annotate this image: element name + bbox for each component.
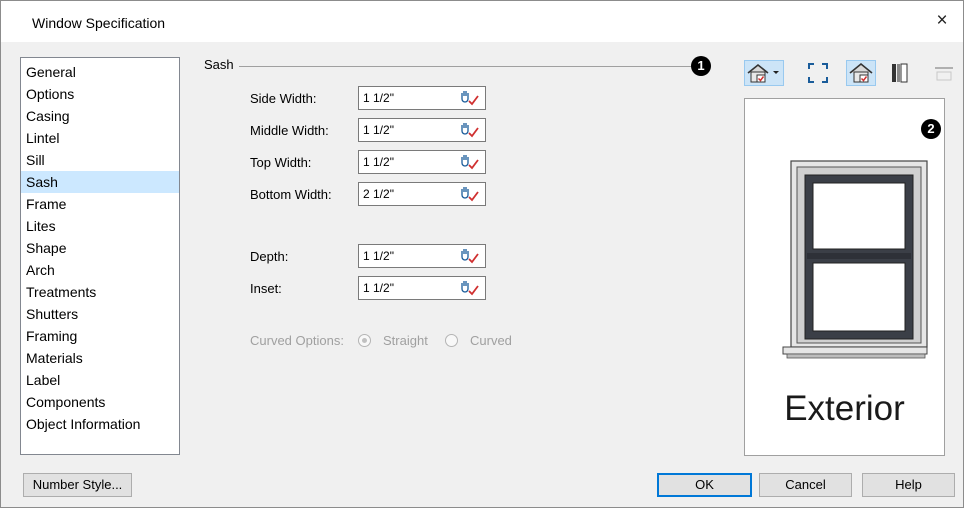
category-list[interactable]: General Options Casing Lintel Sill Sash … [20,57,180,455]
nav-item-general[interactable]: General [21,61,179,83]
disabled-toggle-button [931,60,957,86]
show-preview-icon [849,62,873,83]
callout-1: 1 [691,56,711,76]
dimension-edit-icon[interactable] [459,90,481,107]
nav-item-sash[interactable]: Sash [21,171,179,193]
inset-input[interactable] [359,277,459,299]
preview-view-label: Exterior [784,389,905,428]
curved-radio[interactable] [445,334,458,347]
depth-field[interactable] [358,244,486,268]
nav-item-arch[interactable]: Arch [21,259,179,281]
top-width-field[interactable] [358,150,486,174]
straight-radio-label[interactable]: Straight [383,333,428,348]
fit-to-window-icon [808,63,828,83]
nav-item-lintel[interactable]: Lintel [21,127,179,149]
fit-view-button[interactable] [805,60,831,86]
nav-item-frame[interactable]: Frame [21,193,179,215]
house-view-dropdown-icon [747,63,779,83]
nav-item-materials[interactable]: Materials [21,347,179,369]
nav-item-sill[interactable]: Sill [21,149,179,171]
curved-options-label: Curved Options: [250,333,344,348]
nav-item-object-information[interactable]: Object Information [21,413,179,435]
dialog-window: Window Specification × General Options C… [0,0,964,508]
title-bar: Window Specification × [1,1,963,42]
depth-label: Depth: [250,249,289,264]
dimension-edit-icon[interactable] [459,154,481,171]
dimension-edit-icon[interactable] [459,248,481,265]
top-width-label: Top Width: [250,155,312,170]
nav-item-shape[interactable]: Shape [21,237,179,259]
window-preview-image [782,160,928,359]
ok-button[interactable]: OK [657,473,752,497]
dimension-edit-icon[interactable] [459,280,481,297]
nav-item-options[interactable]: Options [21,83,179,105]
inset-field[interactable] [358,276,486,300]
middle-width-field[interactable] [358,118,486,142]
dialog-title: Window Specification [32,15,166,31]
nav-item-treatments[interactable]: Treatments [21,281,179,303]
bottom-width-label: Bottom Width: [250,187,332,202]
side-width-input[interactable] [359,87,459,109]
straight-radio[interactable] [358,334,371,347]
group-divider [239,66,693,67]
curved-radio-label[interactable]: Curved [470,333,512,348]
number-style-button[interactable]: Number Style... [23,473,132,497]
middle-width-label: Middle Width: [250,123,329,138]
show-preview-button[interactable] [846,60,876,86]
view-dropdown-button[interactable] [744,60,784,86]
inset-label: Inset: [250,281,282,296]
frame-view-icon [892,63,908,83]
bottom-width-input[interactable] [359,183,459,205]
nav-item-casing[interactable]: Casing [21,105,179,127]
cancel-button[interactable]: Cancel [759,473,852,497]
depth-input[interactable] [359,245,459,267]
nav-item-components[interactable]: Components [21,391,179,413]
close-icon[interactable]: × [931,10,953,32]
disabled-toggle-icon [935,67,953,81]
top-width-input[interactable] [359,151,459,173]
nav-item-shutters[interactable]: Shutters [21,303,179,325]
dimension-edit-icon[interactable] [459,122,481,139]
sash-group-label: Sash [204,57,234,72]
nav-item-framing[interactable]: Framing [21,325,179,347]
middle-width-input[interactable] [359,119,459,141]
nav-item-label[interactable]: Label [21,369,179,391]
help-button[interactable]: Help [862,473,955,497]
dimension-edit-icon[interactable] [459,186,481,203]
side-width-label: Side Width: [250,91,317,106]
window-preview-pane: 2 Exterior [744,98,945,456]
nav-item-lites[interactable]: Lites [21,215,179,237]
frame-view-button[interactable] [887,60,913,86]
bottom-width-field[interactable] [358,182,486,206]
side-width-field[interactable] [358,86,486,110]
